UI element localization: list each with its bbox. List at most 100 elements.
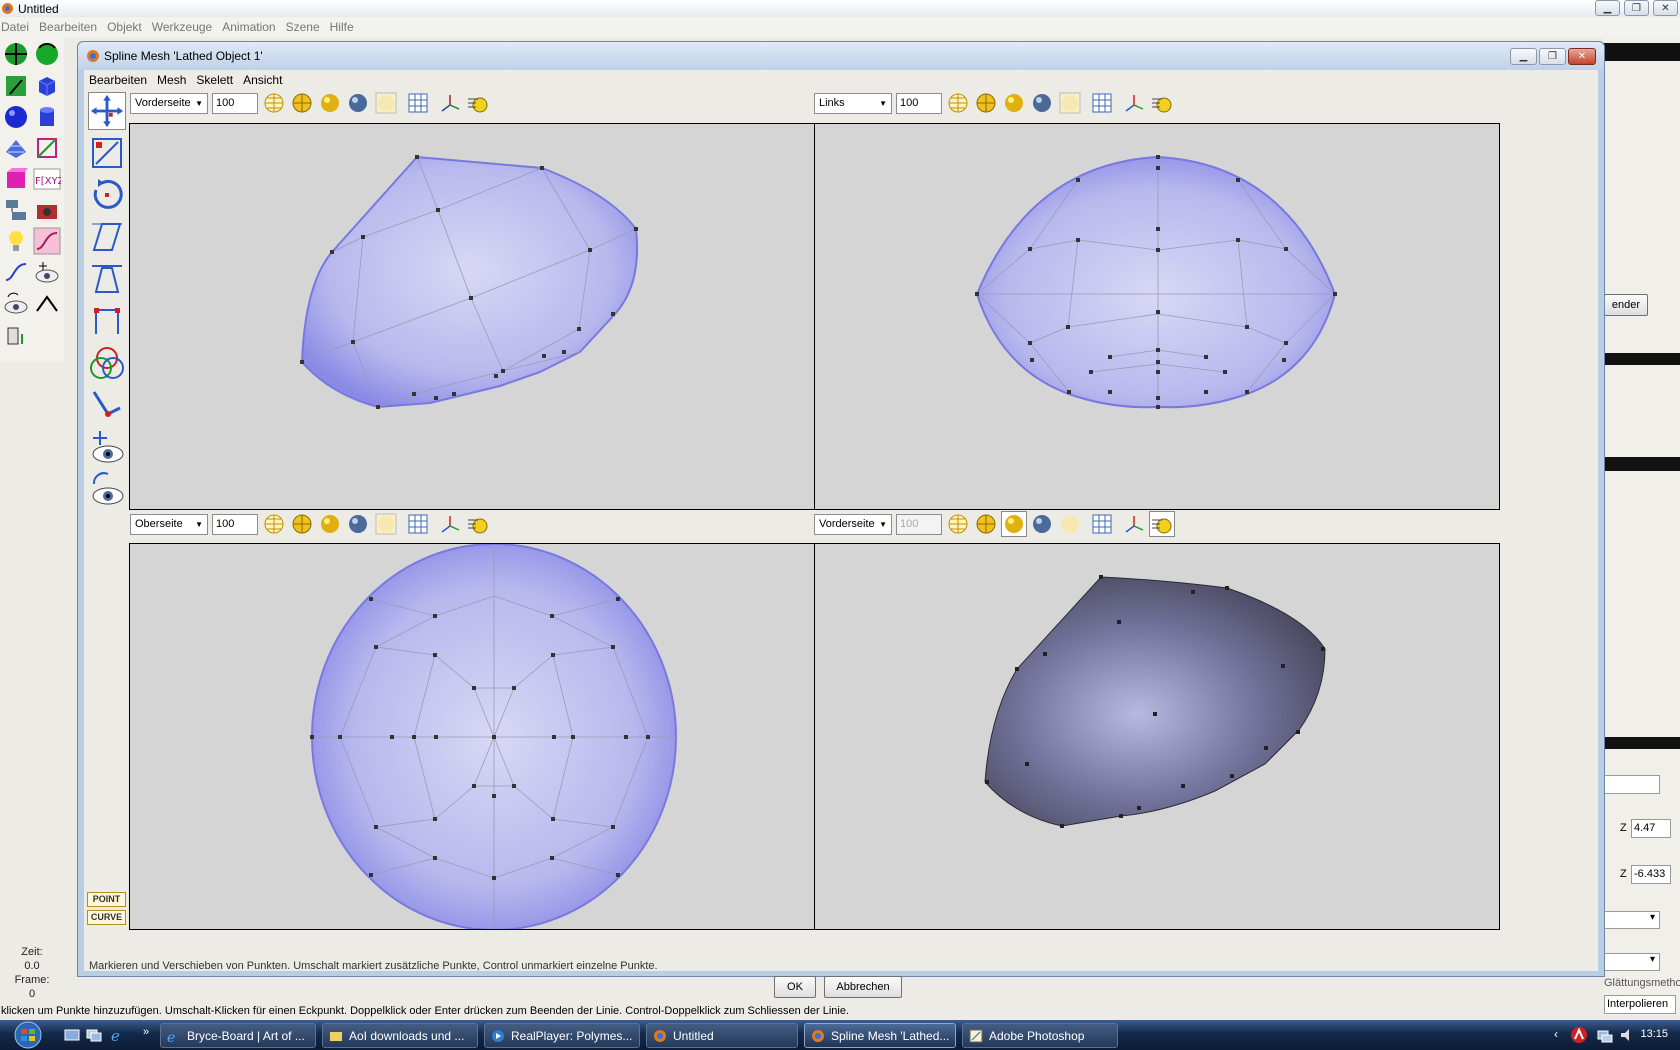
template-icon[interactable] xyxy=(466,91,490,115)
grid-icon[interactable] xyxy=(406,91,430,115)
move-points-tool-icon[interactable] xyxy=(88,92,126,130)
trash-tool-icon[interactable] xyxy=(2,320,30,348)
taskbar-item[interactable]: Spline Mesh 'Lathed... xyxy=(804,1023,956,1048)
smooth-shaded-sphere-icon[interactable] xyxy=(1002,91,1026,115)
viewport-front[interactable] xyxy=(129,123,815,510)
move-view-eye-icon[interactable] xyxy=(88,428,126,466)
cancel-button[interactable]: Abbrechen xyxy=(824,976,902,998)
dialog-menu-mesh[interactable]: Mesh xyxy=(157,73,186,87)
template-icon[interactable] xyxy=(1149,511,1175,537)
curve-mode-button[interactable]: CURVE xyxy=(87,910,126,925)
smoothing-select[interactable]: Interpolieren xyxy=(1604,995,1676,1014)
flat-shaded-sphere-icon[interactable] xyxy=(974,91,998,115)
skeleton-tool-icon[interactable] xyxy=(88,386,126,424)
viewport-left[interactable] xyxy=(814,123,1500,510)
dialog-menu-ansicht[interactable]: Ansicht xyxy=(243,73,282,87)
ie-quicklaunch-icon[interactable]: e xyxy=(110,1027,126,1043)
cube-tool-icon[interactable] xyxy=(33,72,61,100)
grid-icon[interactable] xyxy=(406,512,430,536)
smooth-shaded-sphere-icon[interactable] xyxy=(318,512,342,536)
dialog-menu-bearbeiten[interactable]: Bearbeiten xyxy=(89,73,147,87)
start-button-icon[interactable] xyxy=(8,1021,48,1049)
menu-hilfe[interactable]: Hilfe xyxy=(330,20,354,34)
taskbar-item[interactable]: e Bryce-Board | Art of ... xyxy=(160,1023,316,1048)
skew-points-tool-icon[interactable] xyxy=(88,218,126,256)
cylinder-tool-icon[interactable] xyxy=(33,103,61,131)
wireframe-sphere-icon[interactable] xyxy=(946,512,970,536)
window-switcher-icon[interactable] xyxy=(86,1027,102,1043)
pink-box-tool-icon[interactable] xyxy=(2,165,30,193)
show-desktop-icon[interactable] xyxy=(64,1027,80,1043)
volume-tray-icon[interactable] xyxy=(1618,1026,1636,1044)
property-field[interactable] xyxy=(1604,775,1660,794)
zoom-field-3[interactable]: 100 xyxy=(212,513,258,535)
light-tool-icon[interactable] xyxy=(2,227,30,255)
textured-sphere-icon[interactable] xyxy=(1030,512,1054,536)
maximize-button[interactable]: ❐ xyxy=(1624,0,1649,16)
camera-frame-tool-icon[interactable] xyxy=(33,134,61,162)
scripts-tool-icon[interactable] xyxy=(2,196,30,224)
transparent-shading-icon[interactable] xyxy=(1058,91,1082,115)
dialog-close-button[interactable]: ✕ xyxy=(1568,48,1596,65)
grid-icon[interactable] xyxy=(1090,512,1114,536)
network-tray-icon[interactable] xyxy=(1596,1026,1614,1044)
taskbar-item[interactable]: Untitled xyxy=(646,1023,798,1048)
antivirus-tray-icon[interactable] xyxy=(1570,1026,1588,1044)
wireframe-sphere-icon[interactable] xyxy=(262,512,286,536)
fxyz-tool-icon[interactable]: F[XYZ] xyxy=(33,165,61,193)
property-dropdown[interactable]: ▾ xyxy=(1604,911,1660,929)
curve-tool-icon[interactable] xyxy=(33,227,61,255)
view-select-2[interactable]: Links ▼ xyxy=(814,92,892,114)
flat-shaded-sphere-icon[interactable] xyxy=(290,91,314,115)
bevel-points-tool-icon[interactable] xyxy=(88,302,126,340)
textured-sphere-icon[interactable] xyxy=(346,91,370,115)
textured-sphere-icon[interactable] xyxy=(1030,91,1054,115)
quicklaunch-overflow-icon[interactable]: » xyxy=(143,1026,149,1038)
tray-expand-icon[interactable]: ‹ xyxy=(1554,1027,1558,1041)
move-eye-tool-icon[interactable] xyxy=(33,258,61,286)
minimize-button[interactable]: ▁ xyxy=(1595,0,1620,16)
axes-icon[interactable] xyxy=(438,91,462,115)
property-dropdown[interactable]: ▾ xyxy=(1604,953,1660,971)
peak-tool-icon[interactable] xyxy=(33,289,61,317)
menu-animation[interactable]: Animation xyxy=(222,20,275,34)
camera-tool-icon[interactable] xyxy=(33,196,61,224)
thicken-mesh-tool-icon[interactable] xyxy=(88,344,126,382)
template-icon[interactable] xyxy=(1150,91,1174,115)
wireframe-sphere-icon[interactable] xyxy=(262,91,286,115)
move-view-tool-icon[interactable] xyxy=(2,40,30,68)
render-button[interactable]: ender xyxy=(1604,294,1648,316)
rotate-view-tool-icon[interactable] xyxy=(33,40,61,68)
menu-datei[interactable]: Datei xyxy=(1,20,29,34)
menu-werkzeuge[interactable]: Werkzeuge xyxy=(152,20,212,34)
z1-field[interactable]: 4.47 xyxy=(1631,819,1671,838)
template-icon[interactable] xyxy=(466,512,490,536)
move-object-tool-icon[interactable] xyxy=(2,72,30,100)
flat-shaded-sphere-icon[interactable] xyxy=(290,512,314,536)
wireframe-sphere-icon[interactable] xyxy=(946,91,970,115)
viewport-top[interactable] xyxy=(129,543,815,930)
zoom-field-1[interactable]: 100 xyxy=(212,92,258,114)
view-select-4[interactable]: Vorderseite ▼ xyxy=(814,513,892,535)
axes-icon[interactable] xyxy=(1122,91,1146,115)
textured-sphere-icon[interactable] xyxy=(346,512,370,536)
menu-bearbeiten[interactable]: Bearbeiten xyxy=(39,20,97,34)
spline-tool-icon[interactable] xyxy=(2,258,30,286)
smooth-shaded-sphere-icon[interactable] xyxy=(1001,511,1027,537)
view-select-1[interactable]: Vorderseite ▼ xyxy=(130,92,208,114)
transparent-shading-icon[interactable] xyxy=(374,91,398,115)
scale-points-tool-icon[interactable] xyxy=(88,134,126,172)
menu-szene[interactable]: Szene xyxy=(286,20,320,34)
point-mode-button[interactable]: POINT xyxy=(87,892,126,907)
menu-objekt[interactable]: Objekt xyxy=(107,20,142,34)
taskbar-item[interactable]: AoI downloads und ... xyxy=(322,1023,478,1048)
rotate-view-eye-icon[interactable] xyxy=(88,470,126,508)
grid-icon[interactable] xyxy=(1090,91,1114,115)
viewport-shaded[interactable] xyxy=(814,543,1500,930)
transparent-shading-icon[interactable] xyxy=(374,512,398,536)
transparent-shading-icon[interactable] xyxy=(1058,512,1082,536)
z2-field[interactable]: -6.433 xyxy=(1631,865,1671,884)
rotate-eye-tool-icon[interactable] xyxy=(2,289,30,317)
polymesh-tool-icon[interactable] xyxy=(2,134,30,162)
close-button[interactable]: ✕ xyxy=(1653,0,1678,16)
